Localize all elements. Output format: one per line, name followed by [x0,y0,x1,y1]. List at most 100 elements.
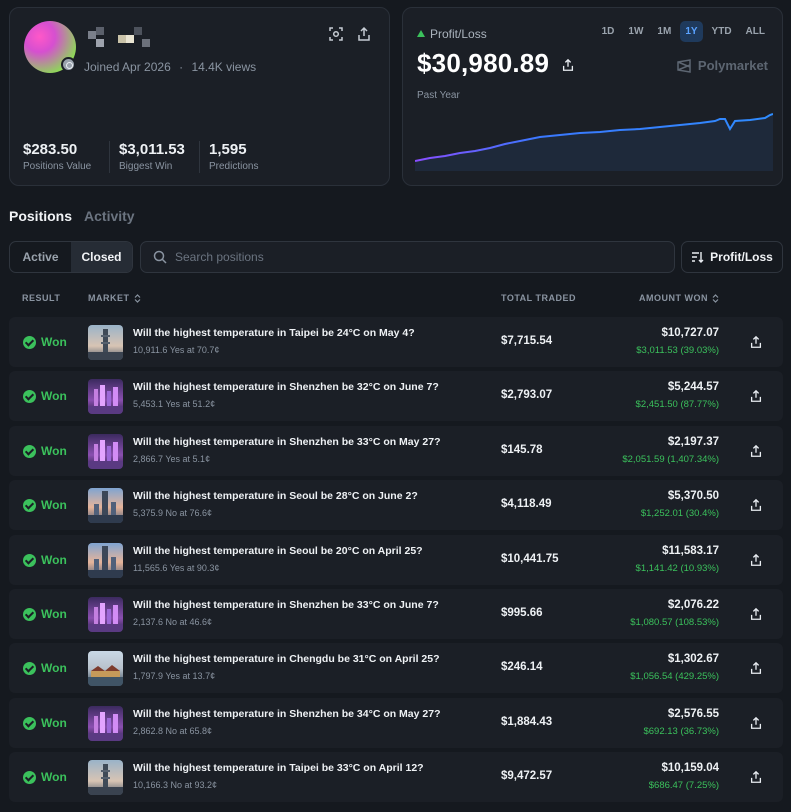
share-icon[interactable] [749,607,763,621]
table-row[interactable]: Won Will the highest temperature in Shenz… [9,371,783,421]
market-shares: 1,797.9 Yes at 13.7¢ [133,671,216,681]
market-thumbnail [88,651,123,686]
brand-name: Polymarket [697,58,768,73]
check-circle-icon [23,389,36,403]
share-icon[interactable] [749,389,763,403]
market-title[interactable]: Will the highest temperature in Taipei b… [133,762,424,774]
table-row[interactable]: Won Will the highest temperature in Seoul… [9,480,783,530]
pnl-label-text: Profit/Loss [430,27,487,41]
market-thumbnail [88,543,123,578]
result-label: Won [41,770,67,784]
table-row[interactable]: Won Will the highest temperature in Seoul… [9,535,783,585]
pnl-sparkline [415,113,773,171]
market-title[interactable]: Will the highest temperature in Shenzhen… [133,708,441,720]
result-label: Won [41,335,67,349]
table-row[interactable]: Won Will the highest temperature in Taipe… [9,752,783,802]
market-shares: 10,166.3 No at 93.2¢ [133,780,218,790]
amount-won: $10,159.04 [661,762,719,774]
result-badge: Won [23,716,67,730]
market-title[interactable]: Will the highest temperature in Seoul be… [133,545,423,557]
share-icon[interactable] [749,498,763,512]
header-result: RESULT [22,293,61,303]
stat-divider [109,141,110,173]
share-icon[interactable] [749,661,763,675]
total-traded: $7,715.54 [501,335,553,347]
sort-button[interactable]: Profit/Loss [681,241,783,273]
share-icon[interactable] [561,58,575,72]
sort-label: Profit/Loss [710,250,773,264]
check-circle-icon [23,607,36,621]
market-title[interactable]: Will the highest temperature in Shenzhen… [133,381,439,393]
result-label: Won [41,553,67,567]
header-market[interactable]: MARKET [88,293,141,303]
share-icon[interactable] [356,26,372,42]
check-circle-icon [23,498,36,512]
table-row[interactable]: Won Will the highest temperature in Shenz… [9,426,783,476]
range-button-1w[interactable]: 1W [623,21,648,42]
amount-won: $5,244.57 [667,381,719,393]
range-button-ytd[interactable]: YTD [707,21,737,42]
sort-arrows-icon [712,293,719,303]
share-icon[interactable] [749,770,763,784]
result-label: Won [41,498,67,512]
table-row[interactable]: Won Will the highest temperature in Taipe… [9,317,783,367]
stat-label: Predictions [209,161,259,172]
tab-positions[interactable]: Positions [9,208,72,224]
market-title[interactable]: Will the highest temperature in Chengdu … [133,653,440,665]
share-icon[interactable] [749,335,763,349]
share-icon[interactable] [749,553,763,567]
check-circle-icon [23,444,36,458]
tab-activity[interactable]: Activity [84,208,135,224]
amount-won: $5,370.50 [667,490,719,502]
market-thumbnail [88,597,123,632]
table-row[interactable]: Won Will the highest temperature in Cheng… [9,643,783,693]
market-thumbnail [88,760,123,795]
market-shares: 11,565.6 Yes at 90.3¢ [133,563,220,573]
share-icon[interactable] [749,444,763,458]
sort-icon [692,252,704,263]
amount-won: $2,076.22 [667,599,719,611]
pnl-label: Profit/Loss [417,27,487,41]
total-traded: $10,441.75 [501,553,559,565]
profit-gain: $2,451.50 (87.77%) [635,399,719,410]
check-circle-icon [23,661,36,675]
filter-active-button[interactable]: Active [10,242,71,272]
market-thumbnail [88,379,123,414]
header-amount-won-label: AMOUNT WON [639,293,708,303]
header-market-label: MARKET [88,293,130,303]
profit-gain: $686.47 (7.25%) [648,780,719,791]
check-circle-icon [23,716,36,730]
header-amount-won[interactable]: AMOUNT WON [639,293,719,303]
filter-closed-button[interactable]: Closed [71,242,132,272]
range-button-all[interactable]: ALL [741,21,770,42]
market-title[interactable]: Will the highest temperature in Seoul be… [133,490,418,502]
market-title[interactable]: Will the highest temperature in Shenzhen… [133,436,441,448]
search-box [140,241,675,273]
amount-won: $2,576.55 [667,708,719,720]
range-button-1m[interactable]: 1M [652,21,676,42]
check-circle-icon [23,335,36,349]
table-row[interactable]: Won Will the highest temperature in Shenz… [9,698,783,748]
stat-value: $283.50 [23,141,78,158]
polymarket-icon [677,58,691,73]
total-traded: $995.66 [501,607,543,619]
profit-gain: $1,056.54 (429.25%) [630,671,719,682]
market-title[interactable]: Will the highest temperature in Shenzhen… [133,599,439,611]
result-badge: Won [23,553,67,567]
view-count: 14.4K views [191,60,257,74]
market-title[interactable]: Will the highest temperature in Taipei b… [133,327,415,339]
stat-value: 1,595 [209,141,247,158]
result-label: Won [41,661,67,675]
result-label: Won [41,716,67,730]
search-input[interactable] [175,250,655,264]
amount-won: $1,302.67 [667,653,719,665]
range-button-1y[interactable]: 1Y [680,21,703,42]
market-shares: 2,862.8 No at 65.8¢ [133,726,213,736]
header-total-traded: TOTAL TRADED [501,293,576,303]
share-icon[interactable] [749,716,763,730]
range-button-1d[interactable]: 1D [597,21,620,42]
scan-icon[interactable] [328,26,344,42]
market-thumbnail [88,325,123,360]
result-label: Won [41,389,67,403]
table-row[interactable]: Won Will the highest temperature in Shenz… [9,589,783,639]
